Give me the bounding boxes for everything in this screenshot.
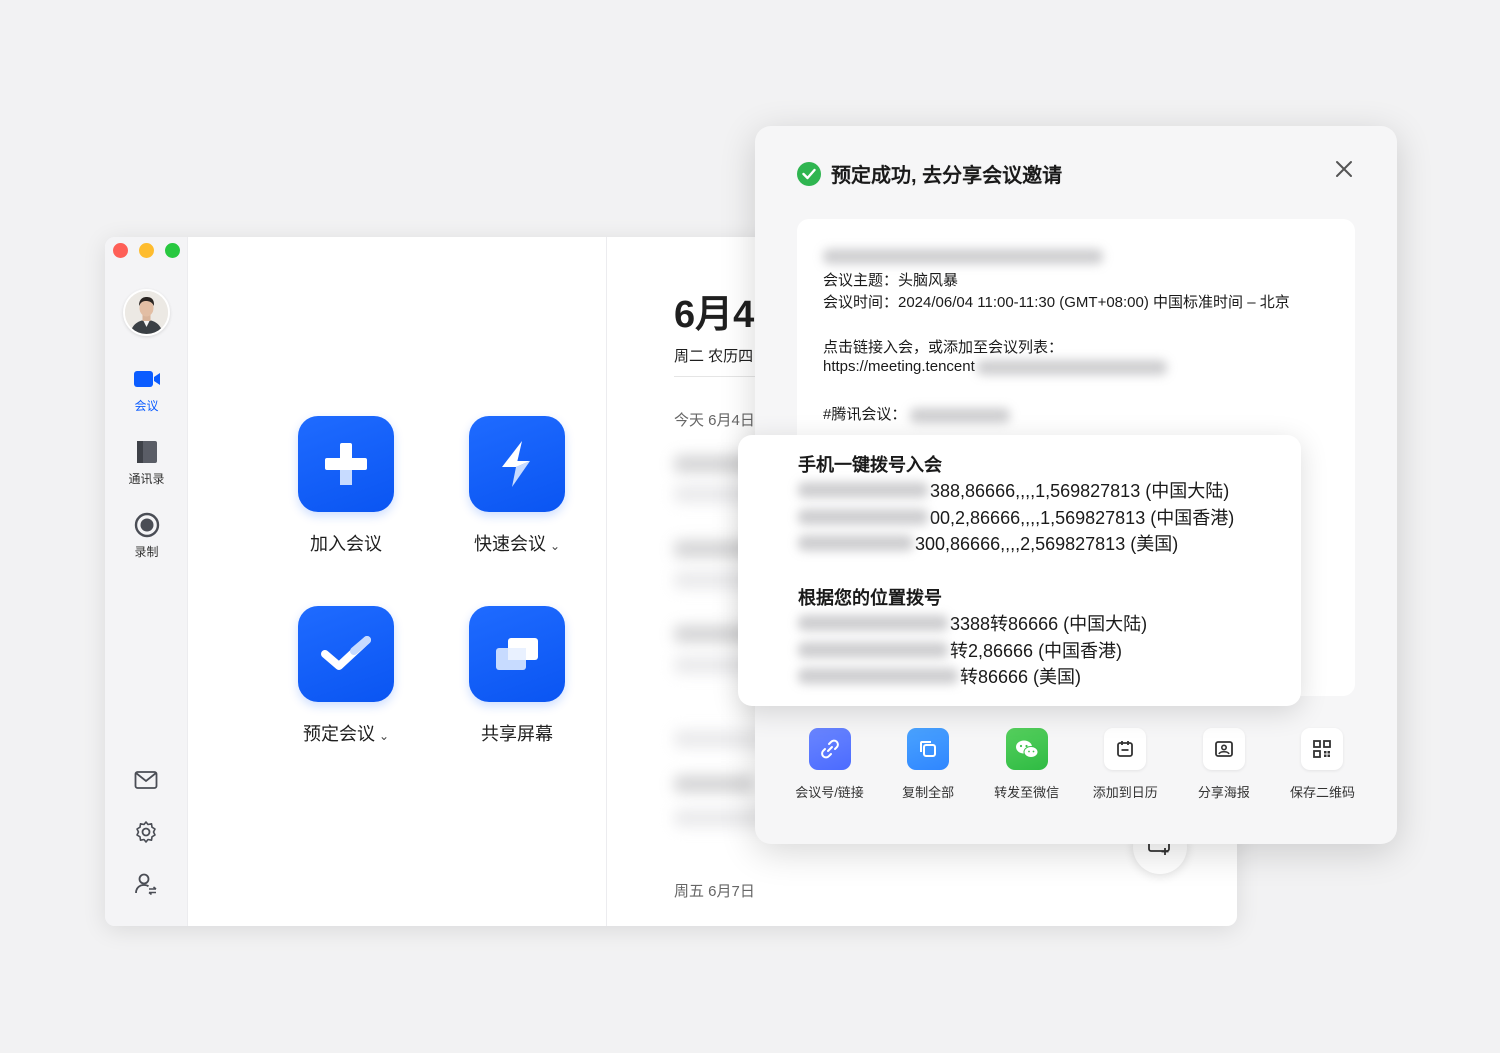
quick-meeting-button[interactable]: 快速会议 ⌄ <box>452 416 582 556</box>
date-heading: 6月4 <box>674 294 755 336</box>
link-icon <box>808 728 851 770</box>
meeting-id-label: #腾讯会议： <box>823 406 907 423</box>
copy-icon <box>907 728 950 770</box>
qr-code-icon <box>1301 728 1344 770</box>
close-window-button[interactable] <box>113 243 128 258</box>
day-header-today: 今天 6月4日 <box>674 412 755 429</box>
close-icon[interactable] <box>1333 158 1355 180</box>
chevron-down-icon[interactable]: ⌄ <box>550 539 560 553</box>
lunar-date: 周二 农历四 <box>674 348 754 365</box>
location-number[interactable]: 转86666 (美国) <box>798 663 1081 689</box>
copy-all-button[interactable]: 复制全部 <box>880 728 977 801</box>
meeting-actions-panel: 加入会议 快速会议 ⌄ 预定会议 ⌄ 共享屏幕 <box>188 237 607 926</box>
window-controls <box>113 243 180 258</box>
one-tap-number[interactable]: 388,86666,,,,1,569827813 (中国大陆) <box>798 477 1229 503</box>
share-action-label: 转发至微信 <box>994 785 1060 800</box>
chevron-down-icon[interactable]: ⌄ <box>379 729 389 743</box>
join-meeting-label: 加入会议 <box>310 534 382 554</box>
dial-in-info-card: 手机一键拨号入会 388,86666,,,,1,569827813 (中国大陆)… <box>738 435 1301 706</box>
share-action-label: 会议号/链接 <box>795 785 864 800</box>
video-camera-icon <box>105 365 188 393</box>
sidebar: 会议 通讯录 录制 <box>105 237 188 926</box>
contacts-book-icon <box>105 438 188 466</box>
invite-join-hint: 点击链接入会，或添加至会议列表： <box>823 339 1064 356</box>
plus-icon <box>298 416 394 512</box>
location-number[interactable]: 转2,86666 (中国香港) <box>798 637 1122 663</box>
user-switch-icon[interactable] <box>133 871 159 897</box>
dialog-title-text: 预定成功, 去分享会议邀请 <box>831 165 1063 187</box>
sidebar-item-meetings[interactable]: 会议 <box>105 365 188 414</box>
inviter-line-blurred <box>823 247 1103 264</box>
one-tap-dial-heading: 手机一键拨号入会 <box>798 455 942 475</box>
settings-gear-icon[interactable] <box>133 819 159 845</box>
dialog-title: 预定成功, 去分享会议邀请 <box>797 159 1062 188</box>
share-screen-icon <box>469 606 565 702</box>
mail-icon[interactable] <box>133 767 159 793</box>
join-meeting-button[interactable]: 加入会议 <box>281 416 411 556</box>
add-to-calendar-button[interactable]: 添加到日历 <box>1077 728 1174 801</box>
sidebar-item-label: 录制 <box>134 545 159 559</box>
share-poster-button[interactable]: 分享海报 <box>1175 728 1272 801</box>
invite-topic: 会议主题：头脑风暴 <box>823 272 959 289</box>
check-icon <box>298 606 394 702</box>
sidebar-item-label: 会议 <box>134 399 159 413</box>
record-icon <box>105 511 188 539</box>
schedule-meeting-button[interactable]: 预定会议 ⌄ <box>281 606 411 746</box>
schedule-meeting-label: 预定会议 <box>302 724 375 744</box>
wechat-icon <box>1005 728 1048 770</box>
save-qr-code-button[interactable]: 保存二维码 <box>1274 728 1371 801</box>
share-actions-bar: 会议号/链接 复制全部 转发至微信 添加到日历 分享海报 保存二维码 <box>781 728 1371 801</box>
image-poster-icon <box>1202 728 1245 770</box>
sidebar-item-contacts[interactable]: 通讯录 <box>105 438 188 487</box>
invite-time: 会议时间：2024/06/04 11:00-11:30 (GMT+08:00) … <box>823 294 1290 311</box>
success-check-icon <box>797 161 821 186</box>
one-tap-number[interactable]: 300,86666,,,,2,569827813 (美国) <box>798 530 1178 556</box>
calendar-icon <box>1104 728 1147 770</box>
share-action-label: 分享海报 <box>1197 785 1250 800</box>
quick-meeting-label: 快速会议 <box>473 534 546 554</box>
share-screen-button[interactable]: 共享屏幕 <box>452 606 582 746</box>
location-dial-heading: 根据您的位置拨号 <box>798 588 942 608</box>
share-action-label: 复制全部 <box>902 785 955 800</box>
avatar[interactable] <box>123 289 170 336</box>
one-tap-number[interactable]: 00,2,86666,,,,1,569827813 (中国香港) <box>798 504 1234 530</box>
share-screen-label: 共享屏幕 <box>481 724 553 744</box>
share-action-label: 添加到日历 <box>1092 785 1158 800</box>
invite-link-row: https://meeting.tencent <box>823 358 1167 375</box>
zoom-window-button[interactable] <box>165 243 180 258</box>
forward-wechat-button[interactable]: 转发至微信 <box>978 728 1075 801</box>
share-meeting-link-button[interactable]: 会议号/链接 <box>781 728 878 801</box>
lightning-icon <box>469 416 565 512</box>
location-number[interactable]: 3388转86666 (中国大陆) <box>798 610 1147 636</box>
meeting-item-blurred[interactable] <box>674 775 754 793</box>
minimize-window-button[interactable] <box>139 243 154 258</box>
day-header-friday: 周五 6月7日 <box>674 883 755 900</box>
invite-meeting-id-row: #腾讯会议： <box>823 403 1011 424</box>
sidebar-item-recordings[interactable]: 录制 <box>105 511 188 560</box>
share-action-label: 保存二维码 <box>1289 785 1355 800</box>
sidebar-item-label: 通讯录 <box>128 472 165 486</box>
invite-link[interactable]: https://meeting.tencent <box>823 358 975 375</box>
